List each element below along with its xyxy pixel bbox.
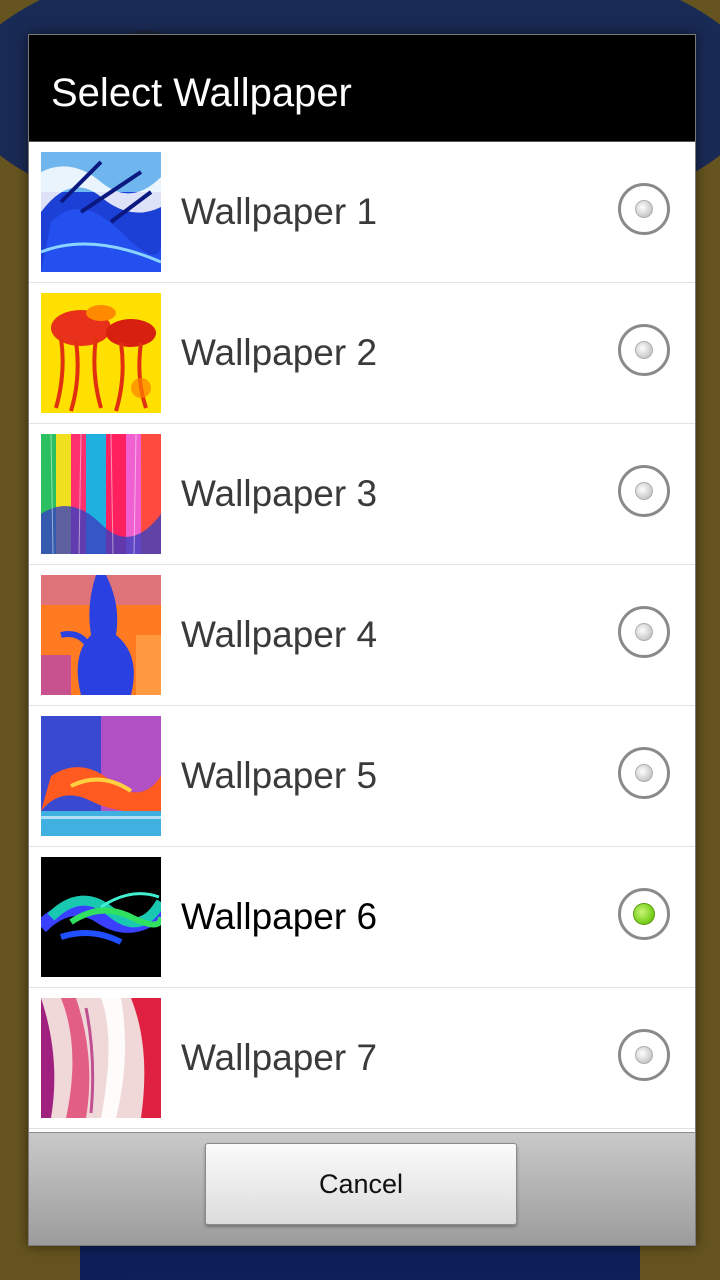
wallpaper-option-1[interactable]: Wallpaper 1 [29,142,695,283]
wallpaper-option-2[interactable]: Wallpaper 2 [29,283,695,424]
cancel-button[interactable]: Cancel [205,1143,517,1225]
dialog-title: Select Wallpaper [51,71,352,115]
wallpaper-1-label: Wallpaper 1 [181,191,378,232]
wallpaper-option-3[interactable]: Wallpaper 3 [29,424,695,565]
wallpaper-6-label: Wallpaper 6 [181,896,378,937]
radio-unchecked-dot [635,200,653,218]
wallpaper-7-thumbnail [41,998,161,1118]
wallpaper-1-thumbnail [41,152,161,272]
wallpaper-option-7[interactable]: Wallpaper 7 [29,988,695,1129]
dialog-button-bar: Cancel [29,1132,695,1245]
wallpaper-6-radio[interactable] [618,888,670,940]
wallpaper-5-thumbnail [41,716,161,836]
wallpaper-3-label: Wallpaper 3 [181,473,378,514]
radio-unchecked-dot [635,623,653,641]
wallpaper-6-thumbnail [41,857,161,977]
wallpaper-7-label: Wallpaper 7 [181,1037,378,1078]
radio-checked-dot [633,903,655,925]
dialog-title-bar: Select Wallpaper [29,35,695,142]
wallpaper-2-thumbnail [41,293,161,413]
wallpaper-4-radio[interactable] [618,606,670,658]
wallpaper-3-thumbnail [41,434,161,554]
wallpaper-5-radio[interactable] [618,747,670,799]
wallpaper-2-label: Wallpaper 2 [181,332,378,373]
wallpaper-3-radio[interactable] [618,465,670,517]
select-wallpaper-dialog: Select Wallpaper Wallpaper 1 Wallpaper 2… [28,34,696,1246]
wallpaper-2-radio[interactable] [618,324,670,376]
radio-unchecked-dot [635,764,653,782]
wallpaper-4-thumbnail [41,575,161,695]
wallpaper-7-radio[interactable] [618,1029,670,1081]
radio-unchecked-dot [635,482,653,500]
wallpaper-option-5[interactable]: Wallpaper 5 [29,706,695,847]
radio-unchecked-dot [635,341,653,359]
radio-unchecked-dot [635,1046,653,1064]
wallpaper-list[interactable]: Wallpaper 1 Wallpaper 2 Wallpaper 3 Wall… [29,142,695,1134]
wallpaper-option-6[interactable]: Wallpaper 6 [29,847,695,988]
wallpaper-option-4[interactable]: Wallpaper 4 [29,565,695,706]
wallpaper-1-radio[interactable] [618,183,670,235]
wallpaper-4-label: Wallpaper 4 [181,614,378,655]
wallpaper-5-label: Wallpaper 5 [181,755,378,796]
